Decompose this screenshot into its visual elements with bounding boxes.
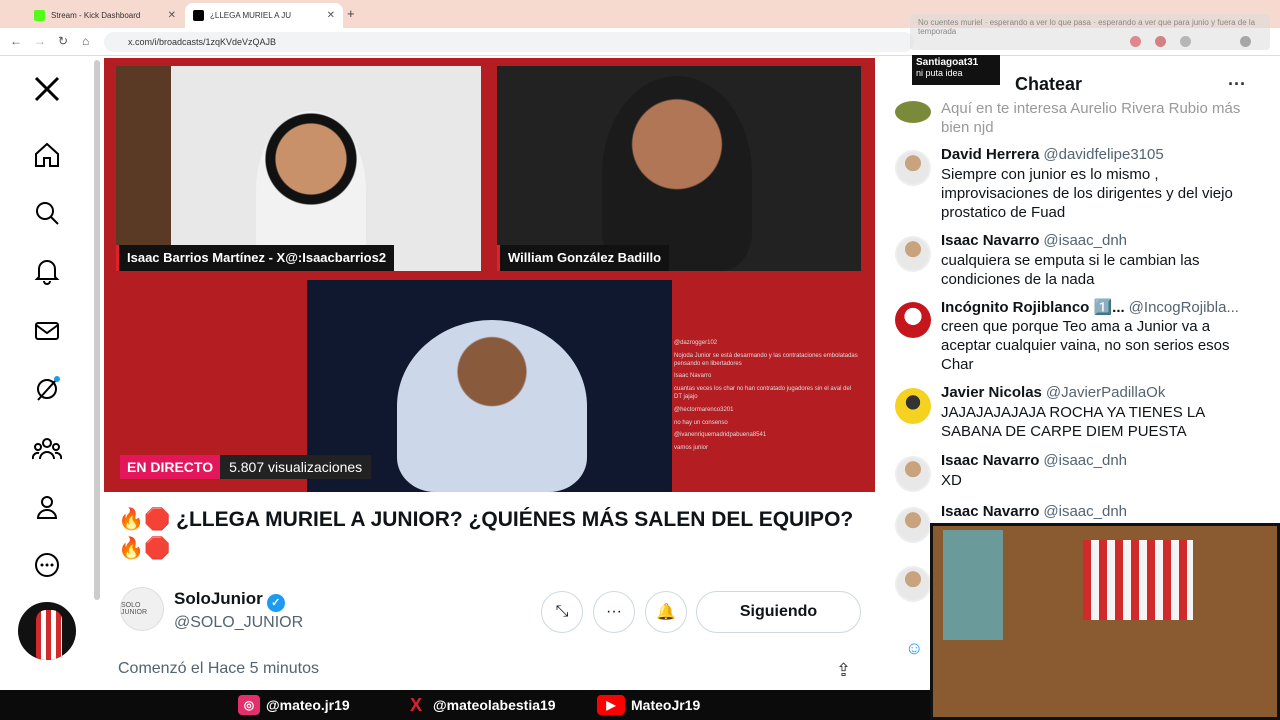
chat-avatar[interactable] (895, 388, 931, 424)
x-favicon-icon (193, 10, 204, 21)
forward-icon[interactable]: → (34, 34, 46, 48)
kick-favicon-icon (34, 10, 45, 21)
tab-kick-dashboard[interactable]: Stream - Kick Dashboard ✕ (26, 3, 184, 28)
popup-message: ni puta idea (916, 68, 963, 78)
chat-message-text: creen que porque Teo ama a Junior va a a… (941, 318, 1230, 373)
chat-avatar[interactable] (895, 507, 931, 543)
junior-player-logo (16, 600, 78, 662)
reload-icon[interactable]: ↻ (58, 34, 68, 48)
chat-avatar[interactable] (895, 150, 931, 186)
stream-chat-popup: Santiagoat31 ni puta idea (912, 55, 1000, 85)
streamer-webcam (930, 523, 1280, 720)
more-icon[interactable] (32, 550, 62, 580)
chat-author[interactable]: Javier Nicolas @JavierPadillaOk (941, 384, 1165, 401)
guest-camera-2: William González Badillo (497, 66, 861, 271)
broadcast-start-time: Comenzó el Hace 5 minutos (118, 660, 319, 677)
player-figure (36, 610, 62, 660)
mini-chat-user: @ivanenriquemadridpabuena8541 (674, 432, 767, 439)
home-icon[interactable]: ⌂ (82, 34, 89, 48)
author-avatar[interactable]: SOLO JUNIOR (120, 587, 164, 631)
host-figure (397, 320, 587, 492)
author-name-row[interactable]: SoloJunior ✓ (174, 589, 285, 612)
chat-avatar[interactable] (895, 456, 931, 492)
chat-message-text: cualquiera se emputa si le cambian las c… (941, 252, 1200, 288)
x-icon: X (409, 694, 422, 715)
messages-mail-icon[interactable] (32, 316, 62, 346)
instagram-handle: @mateo.jr19 (266, 697, 350, 713)
live-status: EN DIRECTO 5.807 visualizaciones (120, 455, 372, 479)
communities-icon[interactable] (32, 434, 62, 464)
profile-icon[interactable] (32, 492, 62, 522)
youtube-handle: MateoJr19 (631, 697, 701, 713)
youtube-icon: ▶ (597, 695, 625, 715)
emoji-icon[interactable]: ☺ (905, 638, 923, 659)
tab-title: ¿LLEGA MURIEL A JU (210, 11, 292, 20)
social-links-bar: ◎ @mateo.jr19 X @mateolabestia19 ▶ Mateo… (0, 690, 930, 720)
popup-username: Santiagoat31 (916, 57, 979, 68)
chat-avatar[interactable] (895, 236, 931, 272)
guest-figure (602, 76, 752, 271)
chat-author[interactable]: Isaac Navarro @isaac_dnh (941, 452, 1127, 469)
view-count: 5.807 visualizaciones (220, 455, 372, 479)
more-options-icon[interactable]: ··· (593, 591, 635, 633)
streamer-figure (1043, 566, 1203, 717)
mini-chat-text: cuantas veces los char no han contratado… (674, 386, 852, 400)
instagram-link: ◎ @mateo.jr19 (238, 695, 350, 715)
verified-badge-icon: ✓ (266, 594, 285, 612)
chat-header: Chatear (1015, 74, 1083, 94)
x-sidebar (0, 56, 95, 690)
embedded-chat-overlay: @dazrogger102 Nojoda Junior se está desa… (674, 340, 860, 490)
x-logo-icon[interactable] (32, 74, 62, 104)
mini-chat-text: no hay un consenso (674, 419, 728, 426)
chat-avatar[interactable] (895, 566, 931, 602)
chat-message-text: XD (941, 472, 962, 489)
guest-name-label: William González Badillo (497, 245, 670, 271)
instagram-icon: ◎ (238, 695, 260, 715)
x-link: X @mateolabestia19 (405, 695, 556, 715)
webcam-poster (943, 530, 1003, 640)
chat-more-icon[interactable]: ··· (1228, 74, 1246, 95)
chat-avatar[interactable] (895, 101, 931, 123)
chat-avatar[interactable] (895, 302, 931, 338)
back-icon[interactable]: ← (10, 34, 22, 48)
broadcast-video-player[interactable]: Isaac Barrios Martínez - X@:Isaacbarrios… (104, 58, 875, 492)
x-handle: @mateolabestia19 (433, 697, 556, 713)
youtube-link: ▶ MateoJr19 (597, 695, 700, 715)
page-scrollbar[interactable] (94, 60, 100, 600)
broadcast-title: 🔥🛑 ¿LLEGA MURIEL A JUNIOR? ¿QUIÉNES MÁS … (118, 508, 854, 560)
chat-message-text: JAJAJAJAJAJA ROCHA YA TIENES LA SABANA D… (941, 404, 1205, 440)
url-input[interactable]: x.com/i/broadcasts/1zqKVdeVzQAJB (104, 32, 914, 52)
search-icon[interactable] (32, 198, 62, 228)
tab-x-broadcast[interactable]: ¿LLEGA MURIEL A JU ✕ (185, 3, 343, 28)
chat-message-text: Siempre con junior es lo mismo , improvi… (941, 166, 1233, 221)
mini-chat-text: Nojoda Junior se está desarmando y las c… (674, 352, 858, 367)
mini-chat-user: @dazrogger102 (674, 340, 718, 346)
home-icon[interactable] (32, 140, 62, 170)
share-icon[interactable]: ⇪ (836, 660, 851, 681)
guest-camera-1: Isaac Barrios Martínez - X@:Isaacbarrios… (116, 66, 481, 271)
chat-message-text: Aquí en te interesa Aurelio Rivera Rubio… (941, 100, 1241, 136)
author-handle[interactable]: @SOLO_JUNIOR (174, 614, 303, 632)
chat-author[interactable]: Isaac Navarro @isaac_dnh (941, 232, 1127, 249)
minimize-icon[interactable]: ⤡ (541, 591, 583, 633)
chat-author[interactable]: David Herrera @davidfelipe3105 (941, 146, 1164, 163)
following-button[interactable]: Siguiendo (696, 591, 861, 633)
close-tab-icon[interactable]: ✕ (327, 10, 335, 21)
guest-name-label: Isaac Barrios Martínez - X@:Isaacbarrios… (116, 245, 395, 271)
subscribe-bell-icon[interactable]: 🔔 (645, 591, 687, 633)
mini-chat-user: @hectormarenco3201 (674, 406, 734, 413)
chat-author[interactable]: Incógnito Rojiblanco 1️⃣... @IncogRojibla… (941, 298, 1239, 316)
chat-author[interactable]: Isaac Navarro @isaac_dnh (941, 503, 1127, 520)
live-badge: EN DIRECTO (120, 455, 221, 479)
tab-title: Stream - Kick Dashboard (51, 11, 141, 20)
stream-overlay-notification: No cuentes muriel · esperando a ver lo q… (910, 14, 1270, 50)
author-name[interactable]: SoloJunior (174, 589, 263, 608)
mini-chat-user: Isaac Navarro (674, 373, 712, 380)
notifications-bell-icon[interactable] (32, 256, 62, 286)
mini-chat-text: vamos junior (674, 445, 709, 452)
close-tab-icon[interactable]: ✕ (168, 10, 176, 21)
grok-icon[interactable] (32, 374, 62, 404)
new-tab-icon[interactable]: + (347, 6, 355, 21)
